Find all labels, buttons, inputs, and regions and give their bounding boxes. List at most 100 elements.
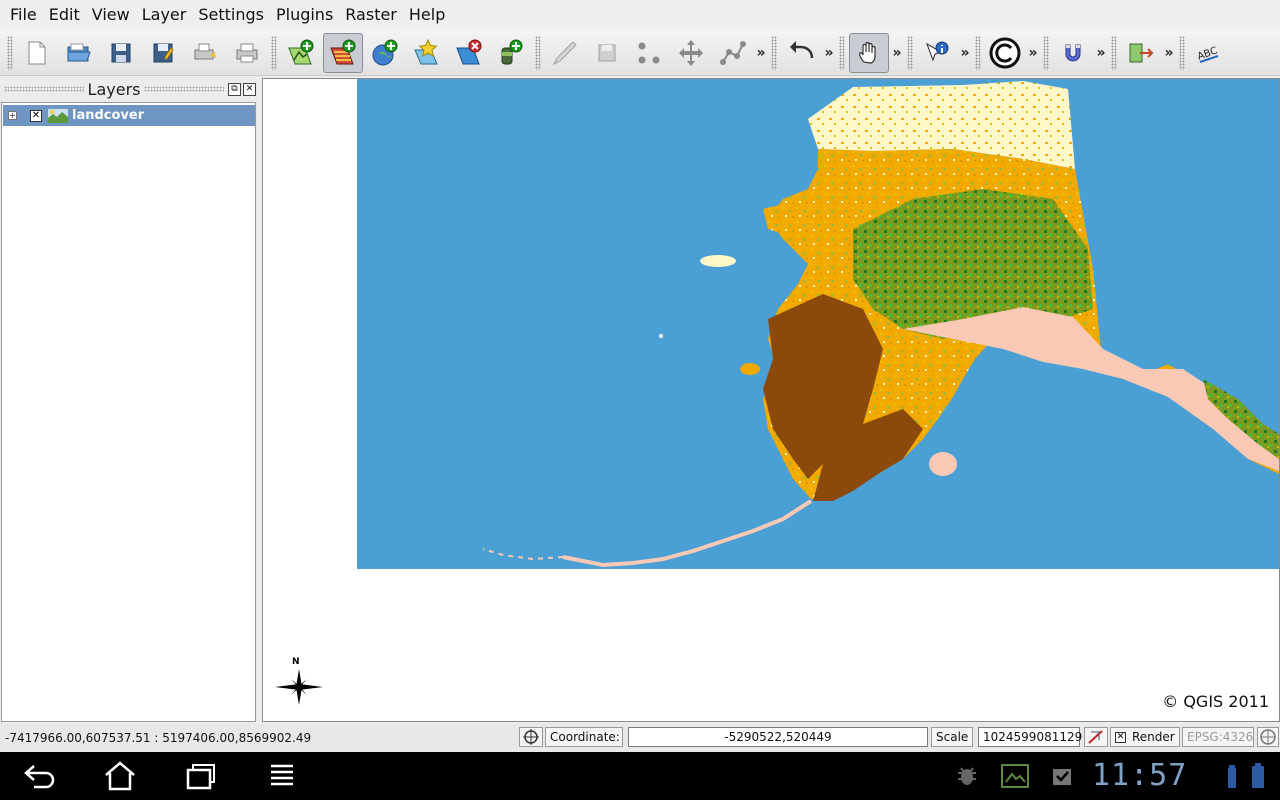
toolbar-grip[interactable] — [771, 35, 777, 70]
toolbar-overflow[interactable]: » — [1026, 45, 1040, 61]
node-tool-button[interactable] — [713, 33, 753, 73]
pan-button[interactable] — [849, 32, 889, 73]
toolbar-grip[interactable] — [7, 35, 13, 70]
menu-file[interactable]: File — [4, 0, 43, 30]
layer-tree[interactable]: + ✕ landcover — [1, 102, 256, 722]
layers-panel-header[interactable]: Layers ⧉ ✕ — [0, 78, 258, 100]
toolbar-overflow[interactable]: » — [958, 45, 972, 61]
back-icon — [24, 765, 55, 789]
stop-render-button[interactable] — [1084, 727, 1108, 747]
float-panel-button[interactable]: ⧉ — [228, 82, 242, 96]
layer-visibility-checkbox[interactable]: ✕ — [30, 109, 42, 122]
toolbar-overflow[interactable]: » — [1094, 45, 1108, 61]
save-edits-icon — [598, 44, 616, 61]
menu-button[interactable] — [262, 760, 302, 792]
toolbar-grip[interactable] — [1111, 35, 1117, 70]
undo-button[interactable] — [781, 33, 821, 73]
add-raster-layer-button[interactable] — [323, 32, 363, 73]
new-shapefile-icon — [414, 38, 438, 64]
copyright-label-button[interactable] — [985, 33, 1025, 73]
new-project-button[interactable] — [17, 33, 57, 73]
landcover-raster — [357, 79, 1279, 569]
menu-help[interactable]: Help — [403, 0, 451, 30]
toolbar-overflow[interactable]: » — [754, 45, 768, 61]
coordinate-field[interactable]: -5290522,520449 — [628, 727, 928, 747]
panel-title-dots — [4, 86, 84, 92]
remove-layer-button[interactable] — [449, 33, 489, 73]
toolbar-grip[interactable] — [907, 35, 913, 70]
georeferencer-button[interactable] — [1121, 33, 1161, 73]
undo-icon — [790, 40, 814, 58]
system-nav-bar: 11:57 — [0, 752, 1280, 800]
coordinate-toggle-button[interactable] — [519, 727, 543, 747]
crs-globe-icon — [1260, 729, 1276, 745]
pan-icon — [859, 41, 876, 64]
crs-status-button[interactable] — [1257, 727, 1279, 747]
epsg-button[interactable]: EPSG:4326 — [1182, 727, 1254, 747]
menu-icon — [271, 764, 293, 786]
menu-raster[interactable]: Raster — [339, 0, 403, 30]
save-project-button[interactable] — [101, 33, 141, 73]
toolbar-grip[interactable] — [1043, 35, 1049, 70]
add-wms-layer-button[interactable] — [365, 33, 405, 73]
label-tool-button[interactable]: ABC — [1189, 33, 1229, 73]
close-panel-button[interactable]: ✕ — [243, 82, 257, 96]
toolbar-grip[interactable] — [271, 35, 277, 70]
save-edits-button[interactable] — [587, 33, 627, 73]
print-composer-button[interactable] — [185, 33, 225, 73]
save-as-button[interactable] — [143, 33, 183, 73]
pribilof-island — [659, 334, 663, 338]
copyright-label-icon — [989, 37, 1021, 68]
render-checkbox[interactable]: ✕ — [1115, 731, 1126, 743]
raster-layer-icon — [48, 108, 68, 123]
coordinate-capture-icon — [523, 729, 539, 745]
toolbar-grip[interactable] — [839, 35, 845, 70]
stop-render-icon — [1088, 730, 1103, 744]
capture-point-icon — [638, 42, 660, 63]
toolbar-grip[interactable] — [1179, 35, 1185, 70]
toolbar-overflow[interactable]: » — [1162, 45, 1176, 61]
new-shapefile-button[interactable] — [407, 33, 447, 73]
capture-point-button[interactable] — [629, 33, 669, 73]
map-canvas[interactable]: N © QGIS 2011 — [262, 78, 1280, 722]
toolbar-grip[interactable] — [535, 35, 541, 70]
north-label: N — [292, 657, 300, 667]
print-button[interactable] — [227, 33, 267, 73]
debug-notification-icon — [955, 764, 979, 792]
render-toggle[interactable]: ✕ Render — [1110, 727, 1180, 747]
open-project-icon — [67, 43, 91, 61]
expand-layer-button[interactable]: + — [8, 111, 17, 120]
print-composer-icon — [194, 43, 216, 59]
layer-item-landcover[interactable]: + ✕ landcover — [3, 105, 255, 126]
scale-field[interactable]: 1024599081129 — [978, 727, 1082, 747]
add-postgis-layer-button[interactable] — [491, 33, 531, 73]
toolbar-overflow[interactable]: » — [822, 45, 836, 61]
home-button[interactable] — [100, 760, 140, 792]
toggle-editing-button[interactable] — [545, 33, 585, 73]
add-vector-layer-button[interactable] — [281, 33, 321, 73]
open-project-button[interactable] — [59, 33, 99, 73]
scale-label: Scale — [931, 727, 973, 747]
back-button[interactable] — [20, 760, 60, 792]
georeferencer-icon — [1129, 43, 1154, 62]
system-clock: 11:57 — [1092, 758, 1188, 793]
toolbar-grip[interactable] — [975, 35, 981, 70]
save-project-icon — [111, 43, 131, 62]
toolbar-overflow[interactable]: » — [890, 45, 904, 61]
layers-panel-title: Layers — [87, 79, 141, 99]
move-feature-button[interactable] — [671, 33, 711, 73]
add-raster-layer-icon — [330, 39, 356, 64]
menu-layer[interactable]: Layer — [136, 0, 193, 30]
identify-icon — [926, 41, 949, 61]
menu-edit[interactable]: Edit — [43, 0, 86, 30]
battery-icon — [1250, 762, 1266, 794]
snapping-button[interactable] — [1053, 33, 1093, 73]
wifi-icon — [1224, 764, 1240, 794]
recent-apps-button[interactable] — [180, 760, 220, 792]
identify-button[interactable] — [917, 33, 957, 73]
copyright-label: © QGIS 2011 — [1162, 692, 1269, 711]
menu-plugins[interactable]: Plugins — [270, 0, 339, 30]
menu-view[interactable]: View — [86, 0, 136, 30]
menu-settings[interactable]: Settings — [192, 0, 270, 30]
kodiak-island — [929, 452, 957, 476]
